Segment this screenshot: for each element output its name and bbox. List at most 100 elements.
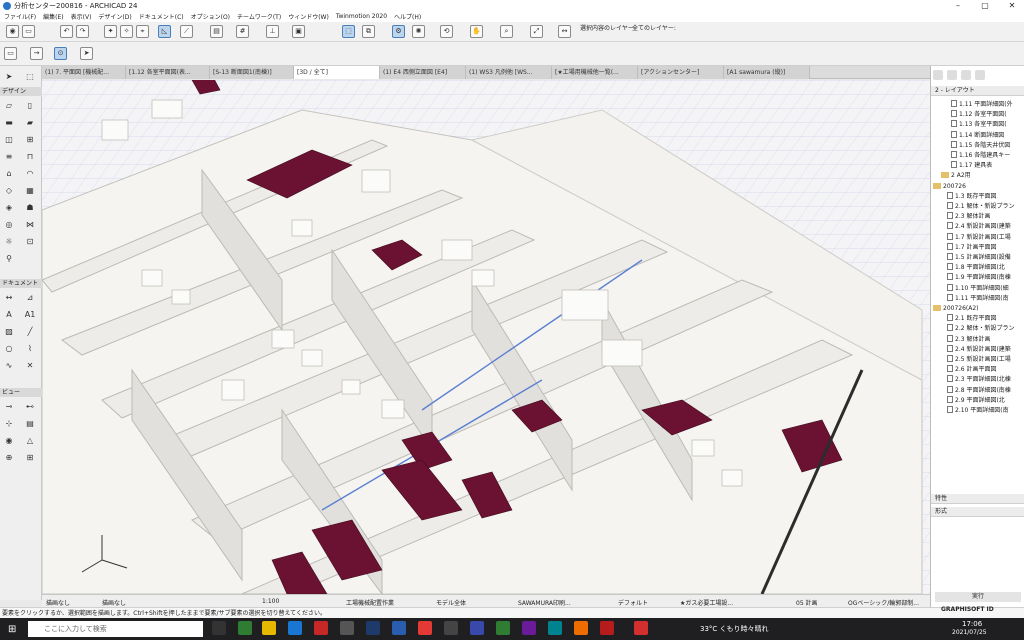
pointer-icon[interactable]: ➤: [80, 47, 93, 60]
app-icon-3[interactable]: [340, 621, 354, 635]
snap-icon[interactable]: ⊥: [266, 25, 279, 38]
navigator-layout-item[interactable]: 1.7 計画平面図: [947, 242, 996, 252]
window-icon[interactable]: ▣: [292, 25, 305, 38]
tab-section-south[interactable]: [S-13 断面図1(南棟)]: [210, 66, 294, 79]
morph-tool-icon[interactable]: ◈: [3, 202, 15, 214]
navigator-layout-item[interactable]: 2.9 平面詳細図(北: [947, 395, 1005, 405]
tab-3d-all[interactable]: [3D / 全て]: [294, 66, 380, 79]
navigator-layout-item[interactable]: 2.3 解体計画: [947, 212, 990, 221]
undo-status[interactable]: 描画なし: [46, 598, 70, 607]
navigator-layout-item[interactable]: 1.14 断面詳細図: [951, 130, 1004, 140]
menu-window[interactable]: ウィンドウ(W): [288, 12, 329, 21]
interior-elevation-tool-icon[interactable]: ⊹: [3, 418, 15, 430]
app-icon-6[interactable]: [470, 621, 484, 635]
menu-teamwork[interactable]: チームワーク(T): [237, 12, 281, 21]
dimension-tool-icon[interactable]: ↔: [3, 292, 15, 304]
pick-icon[interactable]: ✧: [120, 25, 133, 38]
run-button[interactable]: 実行: [935, 592, 1021, 602]
navigator-view-icon[interactable]: [947, 70, 957, 80]
navigator-layout-item[interactable]: 1.12 各室平面図(: [951, 110, 1007, 119]
menu-view[interactable]: 表示(V): [71, 12, 92, 21]
maximize-button[interactable]: ▢: [973, 0, 997, 11]
navigator-layout-item[interactable]: 1.16 各階建具キー: [951, 151, 1010, 160]
tab-floor-plan-machine[interactable]: (1) 7. 平面図 [機械配...: [42, 66, 126, 79]
navigator-layout-item[interactable]: 2.1 既存平面図: [947, 314, 996, 323]
format-section[interactable]: 形式: [931, 507, 1024, 517]
arrow-tool-icon[interactable]: ➤: [3, 71, 15, 83]
renovation-filter[interactable]: 05 計画: [796, 598, 818, 607]
navigator-layout-item[interactable]: 2.3 解体計画: [947, 334, 990, 344]
worksheet-tool-icon[interactable]: ▤: [24, 418, 36, 430]
zoom-icon[interactable]: ⌕: [500, 25, 513, 38]
menu-file[interactable]: ファイル(F): [4, 12, 36, 21]
marquee-icon[interactable]: ⊙: [54, 47, 67, 60]
tab-action-center[interactable]: [アクションセンター]: [638, 66, 724, 79]
search-box[interactable]: ここに入力して検索: [28, 621, 203, 637]
marquee-tool-icon[interactable]: ⬚: [24, 71, 36, 83]
location-tool-icon[interactable]: ⚲: [3, 253, 15, 265]
measure-icon[interactable]: ↔: [558, 25, 571, 38]
mesh-tool-icon[interactable]: ⋈: [24, 219, 36, 231]
shell-tool-icon[interactable]: ◠: [24, 168, 36, 180]
railing-tool-icon[interactable]: ⊓: [24, 151, 36, 163]
archicad-task-icon[interactable]: [366, 621, 380, 635]
stair-tool-icon[interactable]: ≡: [3, 151, 15, 163]
scale-value[interactable]: 1:100: [262, 598, 279, 605]
circle-tool-icon[interactable]: ○: [3, 343, 15, 355]
view-icon[interactable]: ▭: [22, 25, 35, 38]
navigator-layout-item[interactable]: 2.10 平面詳細図(南: [947, 406, 1009, 415]
layer-combo[interactable]: 工場機械配置作業: [346, 598, 394, 607]
menu-design[interactable]: デザイン(D): [98, 12, 131, 21]
navigator-folder[interactable]: 200726: [933, 182, 966, 191]
navigator-layout-item[interactable]: 2.5 新設計画図(工場: [947, 355, 1011, 364]
app-icon-7[interactable]: [522, 621, 536, 635]
grid-icon[interactable]: #: [236, 25, 249, 38]
tab-layout-sawamura[interactable]: [A1 sawamura (縦)]: [724, 66, 810, 79]
mvo-setting[interactable]: OGベーシック/輪郭部制...: [848, 598, 919, 607]
navigator-layout-item[interactable]: 2.2 解体・新設プラン: [947, 324, 1014, 333]
clock-time[interactable]: 17:06: [962, 620, 982, 628]
navigator-layout-item[interactable]: 2.4 新設計画図(建築: [947, 222, 1011, 231]
close-button[interactable]: ✕: [1000, 0, 1024, 11]
level-dimension-tool-icon[interactable]: ⊿: [24, 292, 36, 304]
menu-twinmotion[interactable]: Twinmotion 2020: [336, 13, 387, 20]
clock-date[interactable]: 2021/07/25: [952, 629, 987, 636]
user-setting[interactable]: SAWAMURA印刷...: [518, 598, 571, 607]
curtain-wall-tool-icon[interactable]: ▦: [24, 185, 36, 197]
acrobat-icon[interactable]: [634, 621, 648, 635]
line-type-icon[interactable]: ⟋: [180, 25, 193, 38]
navigator-layout-item[interactable]: 2.8 平面詳細図(南棟: [947, 385, 1011, 395]
menu-help[interactable]: ヘルプ(H): [394, 12, 421, 21]
navigator-publisher-icon[interactable]: [975, 70, 985, 80]
menu-options[interactable]: オプション(O): [191, 12, 230, 21]
navigator-layout-item[interactable]: 1.15 各階天井伏図: [951, 140, 1010, 150]
chrome-icon[interactable]: [418, 621, 432, 635]
menu-document[interactable]: ドキュメント(C): [139, 12, 184, 21]
3d-viewport[interactable]: [42, 80, 930, 594]
polyline-tool-icon[interactable]: ⌇: [24, 343, 36, 355]
navigator-header[interactable]: 2 - レイアウト: [931, 86, 1024, 96]
navigator-layout-item[interactable]: 1.10 平面詳細図(細: [947, 283, 1009, 293]
floor-icon[interactable]: ▭: [4, 47, 17, 60]
slab-tool-icon[interactable]: ▰: [24, 117, 36, 129]
app-icon-9[interactable]: [574, 621, 588, 635]
app-icon-10[interactable]: [600, 621, 614, 635]
undo-icon[interactable]: ↶: [60, 25, 73, 38]
mail-icon[interactable]: [288, 621, 302, 635]
beam-tool-icon[interactable]: ▬: [3, 117, 15, 129]
line-tool-icon[interactable]: ╱: [24, 326, 36, 338]
grid-tool-icon[interactable]: ⊞: [24, 452, 36, 464]
text-tool-icon[interactable]: A: [3, 309, 15, 321]
navigator-layout-item[interactable]: 1.13 各室平面図(: [951, 120, 1007, 129]
spline-tool-icon[interactable]: ∿: [3, 360, 15, 372]
windows-start-icon[interactable]: ⊞: [8, 624, 16, 635]
column-tool-icon[interactable]: ▯: [24, 100, 36, 112]
app-icon-8[interactable]: [548, 621, 562, 635]
tab-machine-list[interactable]: [★工場用機械他一覧(...: [552, 66, 638, 79]
app-icon-2[interactable]: [314, 621, 328, 635]
magic-wand-icon[interactable]: ✦: [104, 25, 117, 38]
fit-icon[interactable]: ⤢: [530, 25, 543, 38]
navigator-layout-item[interactable]: 2.6 計画平面図: [947, 365, 996, 374]
gravity-icon[interactable]: ⚙: [392, 25, 405, 38]
section-tool-icon[interactable]: ⊸: [3, 401, 15, 413]
